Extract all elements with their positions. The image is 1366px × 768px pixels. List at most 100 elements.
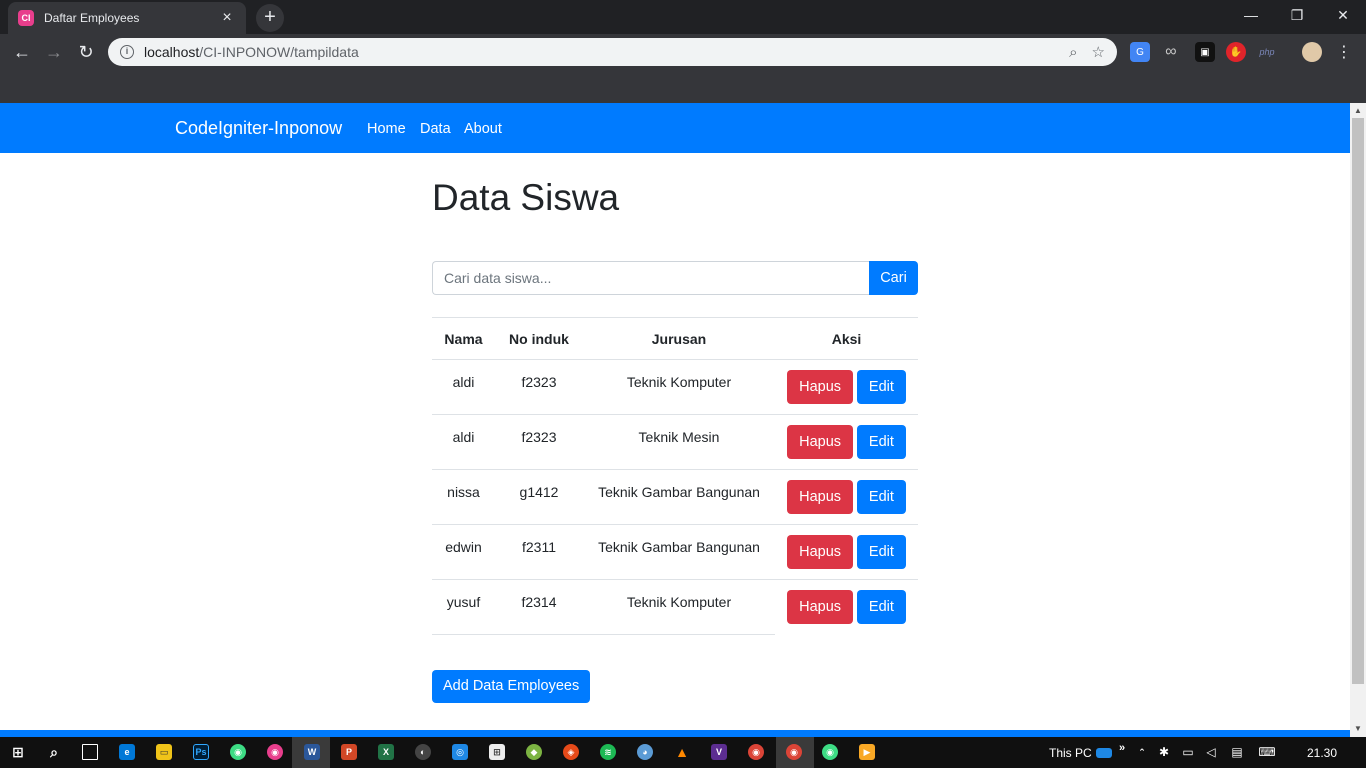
app-icon[interactable]: ◎ — [452, 744, 468, 760]
zoom-icon[interactable]: ⌕ — [1069, 44, 1077, 61]
action-center-icon[interactable]: ▤ — [1229, 744, 1245, 760]
minimize-window-button[interactable]: — — [1228, 0, 1274, 30]
bookmark-star-icon[interactable]: ☆ — [1092, 43, 1105, 61]
file-explorer-icon[interactable]: ▭ — [156, 744, 172, 760]
clock[interactable]: 21.30 — [1307, 746, 1337, 760]
spotify-icon[interactable]: ≋ — [600, 744, 616, 760]
cell-aksi: Hapus Edit — [775, 524, 918, 580]
volume-icon[interactable]: ◁ — [1203, 744, 1219, 760]
cell-nama: aldi — [432, 359, 495, 415]
new-tab-button[interactable]: + — [256, 4, 284, 32]
back-arrow-icon[interactable]: ← — [10, 40, 34, 64]
wifi-icon[interactable]: ✱ — [1156, 744, 1172, 760]
edit-button[interactable]: Edit — [856, 425, 906, 459]
cell-jurusan: Teknik Gambar Bangunan — [583, 469, 775, 525]
cell-no-induk: f2314 — [495, 579, 583, 635]
cube-extension-icon[interactable]: ▣ — [1195, 42, 1215, 62]
excel-icon[interactable]: X — [378, 744, 394, 760]
close-tab-icon[interactable]: × — [218, 9, 236, 27]
pink-app-icon[interactable]: ◉ — [267, 744, 283, 760]
toolbar-gap — [0, 70, 1366, 103]
cell-no-induk: f2311 — [495, 524, 583, 580]
nav-link-about[interactable]: About — [464, 121, 502, 137]
tab-title: Daftar Employees — [44, 11, 140, 25]
search-input[interactable] — [432, 261, 869, 295]
profile-avatar[interactable] — [1302, 42, 1322, 62]
hapus-button[interactable]: Hapus — [787, 425, 854, 459]
url-host: localhost — [144, 44, 200, 60]
codeigniter-favicon-icon: CI — [18, 10, 34, 26]
footer-bar — [0, 730, 1350, 737]
edit-button[interactable]: Edit — [856, 480, 906, 514]
nav-link-home[interactable]: Home — [367, 121, 406, 137]
hapus-button[interactable]: Hapus — [787, 535, 854, 569]
photoshop-icon[interactable]: Ps — [193, 744, 209, 760]
block-extension-icon[interactable]: ✋ — [1226, 42, 1246, 62]
battery-icon[interactable]: ▭ — [1180, 744, 1196, 760]
navbar-brand[interactable]: CodeIgniter-Inponow — [175, 118, 342, 139]
edit-button[interactable]: Edit — [856, 370, 906, 404]
app-icon[interactable]: ◆ — [526, 744, 542, 760]
scroll-up-arrow-icon[interactable]: ▲ — [1354, 106, 1362, 115]
desktop-toolbar-icon[interactable] — [1096, 748, 1112, 758]
toolbar-expand-icon[interactable]: » — [1114, 740, 1130, 756]
android-app-icon[interactable]: ◉ — [230, 744, 246, 760]
scroll-down-arrow-icon[interactable]: ▼ — [1354, 724, 1362, 733]
chrome-active-icon[interactable]: ◉ — [786, 744, 802, 760]
show-hidden-icons-icon[interactable]: ⌃ — [1134, 744, 1150, 760]
students-table: Nama No induk Jurusan Aksi aldi f2323 Te… — [432, 317, 918, 635]
visual-studio-icon[interactable]: V — [711, 744, 727, 760]
app-icon[interactable]: ◉ — [822, 744, 838, 760]
menu-kebab-icon[interactable]: ⋮ — [1334, 42, 1354, 62]
scrollbar-thumb[interactable] — [1352, 118, 1364, 684]
url-path: /CI-INPONOW/tampildata — [199, 44, 359, 60]
hapus-button[interactable]: Hapus — [787, 590, 854, 624]
edit-button[interactable]: Edit — [856, 535, 906, 569]
app-icon[interactable]: ⊞ — [489, 744, 505, 760]
app-icon[interactable]: ◐ — [415, 744, 431, 760]
table-row: aldi f2323 Teknik Mesin Hapus Edit — [432, 414, 918, 470]
vlc-icon[interactable]: ▲ — [674, 744, 690, 760]
table-row: edwin f2311 Teknik Gambar Bangunan Hapus… — [432, 524, 918, 580]
this-pc-label[interactable]: This PC — [1049, 746, 1092, 760]
search-button[interactable]: Cari — [869, 261, 918, 295]
edge-browser-icon[interactable]: e — [119, 744, 135, 760]
header-nama: Nama — [432, 317, 495, 360]
windows-start-icon[interactable]: ⊞ — [10, 744, 26, 760]
address-bar[interactable]: i localhost/CI-INPONOW/tampildata ⌕ ☆ — [108, 38, 1117, 66]
hapus-button[interactable]: Hapus — [787, 370, 854, 404]
cell-nama: nissa — [432, 469, 495, 525]
cell-jurusan: Teknik Mesin — [583, 414, 775, 470]
app-icon[interactable]: ◕ — [637, 744, 653, 760]
infinity-extension-icon[interactable]: ∞ — [1161, 42, 1181, 62]
url-text[interactable]: localhost/CI-INPONOW/tampildata — [144, 44, 1055, 60]
cell-no-induk: f2323 — [495, 359, 583, 415]
keyboard-icon[interactable]: ⌨ — [1256, 744, 1278, 760]
google-translate-icon[interactable]: G — [1130, 42, 1150, 62]
chrome-icon[interactable]: ◉ — [748, 744, 764, 760]
browser-tab[interactable]: CI Daftar Employees × — [8, 2, 246, 34]
restore-window-button[interactable]: ❐ — [1274, 0, 1320, 30]
edit-button[interactable]: Edit — [856, 590, 906, 624]
nav-link-data[interactable]: Data — [420, 121, 451, 137]
reload-icon[interactable]: ↻ — [74, 40, 98, 64]
task-view-icon[interactable] — [82, 744, 98, 760]
add-data-button[interactable]: Add Data Employees — [432, 670, 591, 703]
git-app-icon[interactable]: ◈ — [563, 744, 579, 760]
search-icon[interactable]: ⌕ — [46, 744, 62, 760]
search-form: Cari — [432, 261, 918, 295]
forward-arrow-icon[interactable]: → — [42, 40, 66, 64]
word-icon[interactable]: W — [304, 744, 320, 760]
page-viewport: CodeIgniter-Inponow Home Data About Data… — [0, 103, 1350, 737]
cell-jurusan: Teknik Gambar Bangunan — [583, 524, 775, 580]
php-extension-icon[interactable]: php — [1257, 42, 1277, 62]
close-window-button[interactable]: ✕ — [1320, 0, 1366, 30]
browser-toolbar: ← → ↻ i localhost/CI-INPONOW/tampildata … — [0, 34, 1366, 70]
cell-aksi: Hapus Edit — [775, 469, 918, 525]
windows-taskbar: ⊞ ⌕ e ▭ Ps ◉ ◉ W P X ◐ ◎ ⊞ ◆ ◈ ≋ ◕ ▲ V ◉… — [0, 737, 1366, 768]
powerpoint-icon[interactable]: P — [341, 744, 357, 760]
media-player-icon[interactable]: ▶ — [859, 744, 875, 760]
site-info-icon[interactable]: i — [120, 45, 134, 59]
hapus-button[interactable]: Hapus — [787, 480, 854, 514]
browser-tabstrip: CI Daftar Employees × + — ❐ ✕ — [0, 0, 1366, 34]
